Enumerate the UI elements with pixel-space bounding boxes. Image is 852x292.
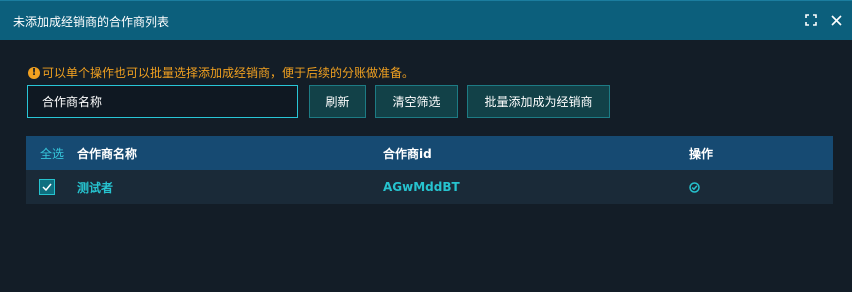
batch-add-distributor-button[interactable]: 批量添加成为经销商 <box>467 85 610 118</box>
row-checkbox[interactable] <box>39 179 55 195</box>
dialog-body: ! 可以单个操作也可以批量选择添加成经销商，便于后续的分账做准备。 刷新 清空筛… <box>0 40 852 292</box>
check-circle-icon <box>689 181 700 193</box>
exclamation-circle-icon: ! <box>28 66 40 79</box>
row-partner-id: AGwMddBT <box>383 180 460 194</box>
add-distributor-action-button[interactable] <box>689 181 700 193</box>
tip-message: ! 可以单个操作也可以批量选择添加成经销商，便于后续的分账做准备。 <box>28 64 414 81</box>
table-row: 测试者 AGwMddBT <box>26 170 833 204</box>
partner-table: 全选 合作商名称 合作商id 操作 测试者 AGwMddBT <box>26 136 833 204</box>
close-icon <box>830 14 842 26</box>
checkmark-icon <box>42 183 52 191</box>
clear-filter-button[interactable]: 清空筛选 <box>375 85 458 118</box>
row-action-cell <box>689 170 700 204</box>
column-header-partner-id: 合作商id <box>383 146 432 161</box>
column-header-action: 操作 <box>689 146 714 161</box>
fullscreen-icon <box>805 14 817 26</box>
maximize-button[interactable] <box>801 10 821 30</box>
tip-text: 可以单个操作也可以批量选择添加成经销商，便于后续的分账做准备。 <box>42 66 415 80</box>
refresh-button[interactable]: 刷新 <box>309 85 366 118</box>
close-button[interactable] <box>826 10 846 30</box>
select-all-toggle[interactable]: 全选 <box>40 136 64 170</box>
partner-name-search-input[interactable] <box>27 85 298 118</box>
column-header-partner-name: 合作商名称 <box>77 146 138 161</box>
dialog-titlebar: 未添加成经销商的合作商列表 <box>0 0 852 40</box>
table-header: 全选 合作商名称 合作商id 操作 <box>26 136 833 170</box>
row-partner-name: 测试者 <box>77 180 114 195</box>
dialog-title: 未添加成经销商的合作商列表 <box>13 15 170 29</box>
